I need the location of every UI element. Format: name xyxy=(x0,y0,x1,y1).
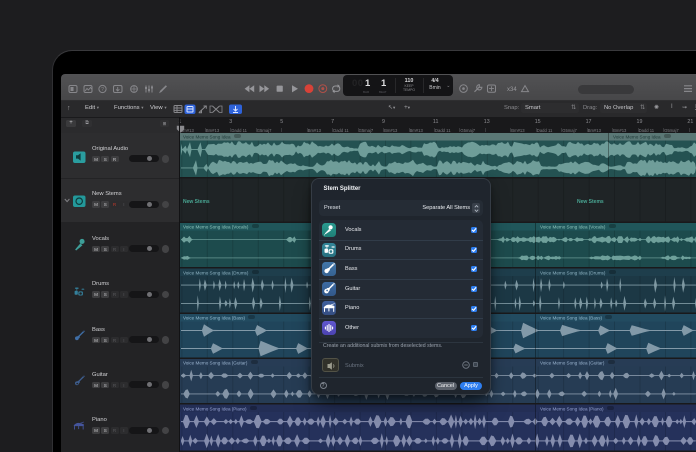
svg-text:?: ? xyxy=(101,87,104,93)
svg-text:x34: x34 xyxy=(507,87,517,93)
